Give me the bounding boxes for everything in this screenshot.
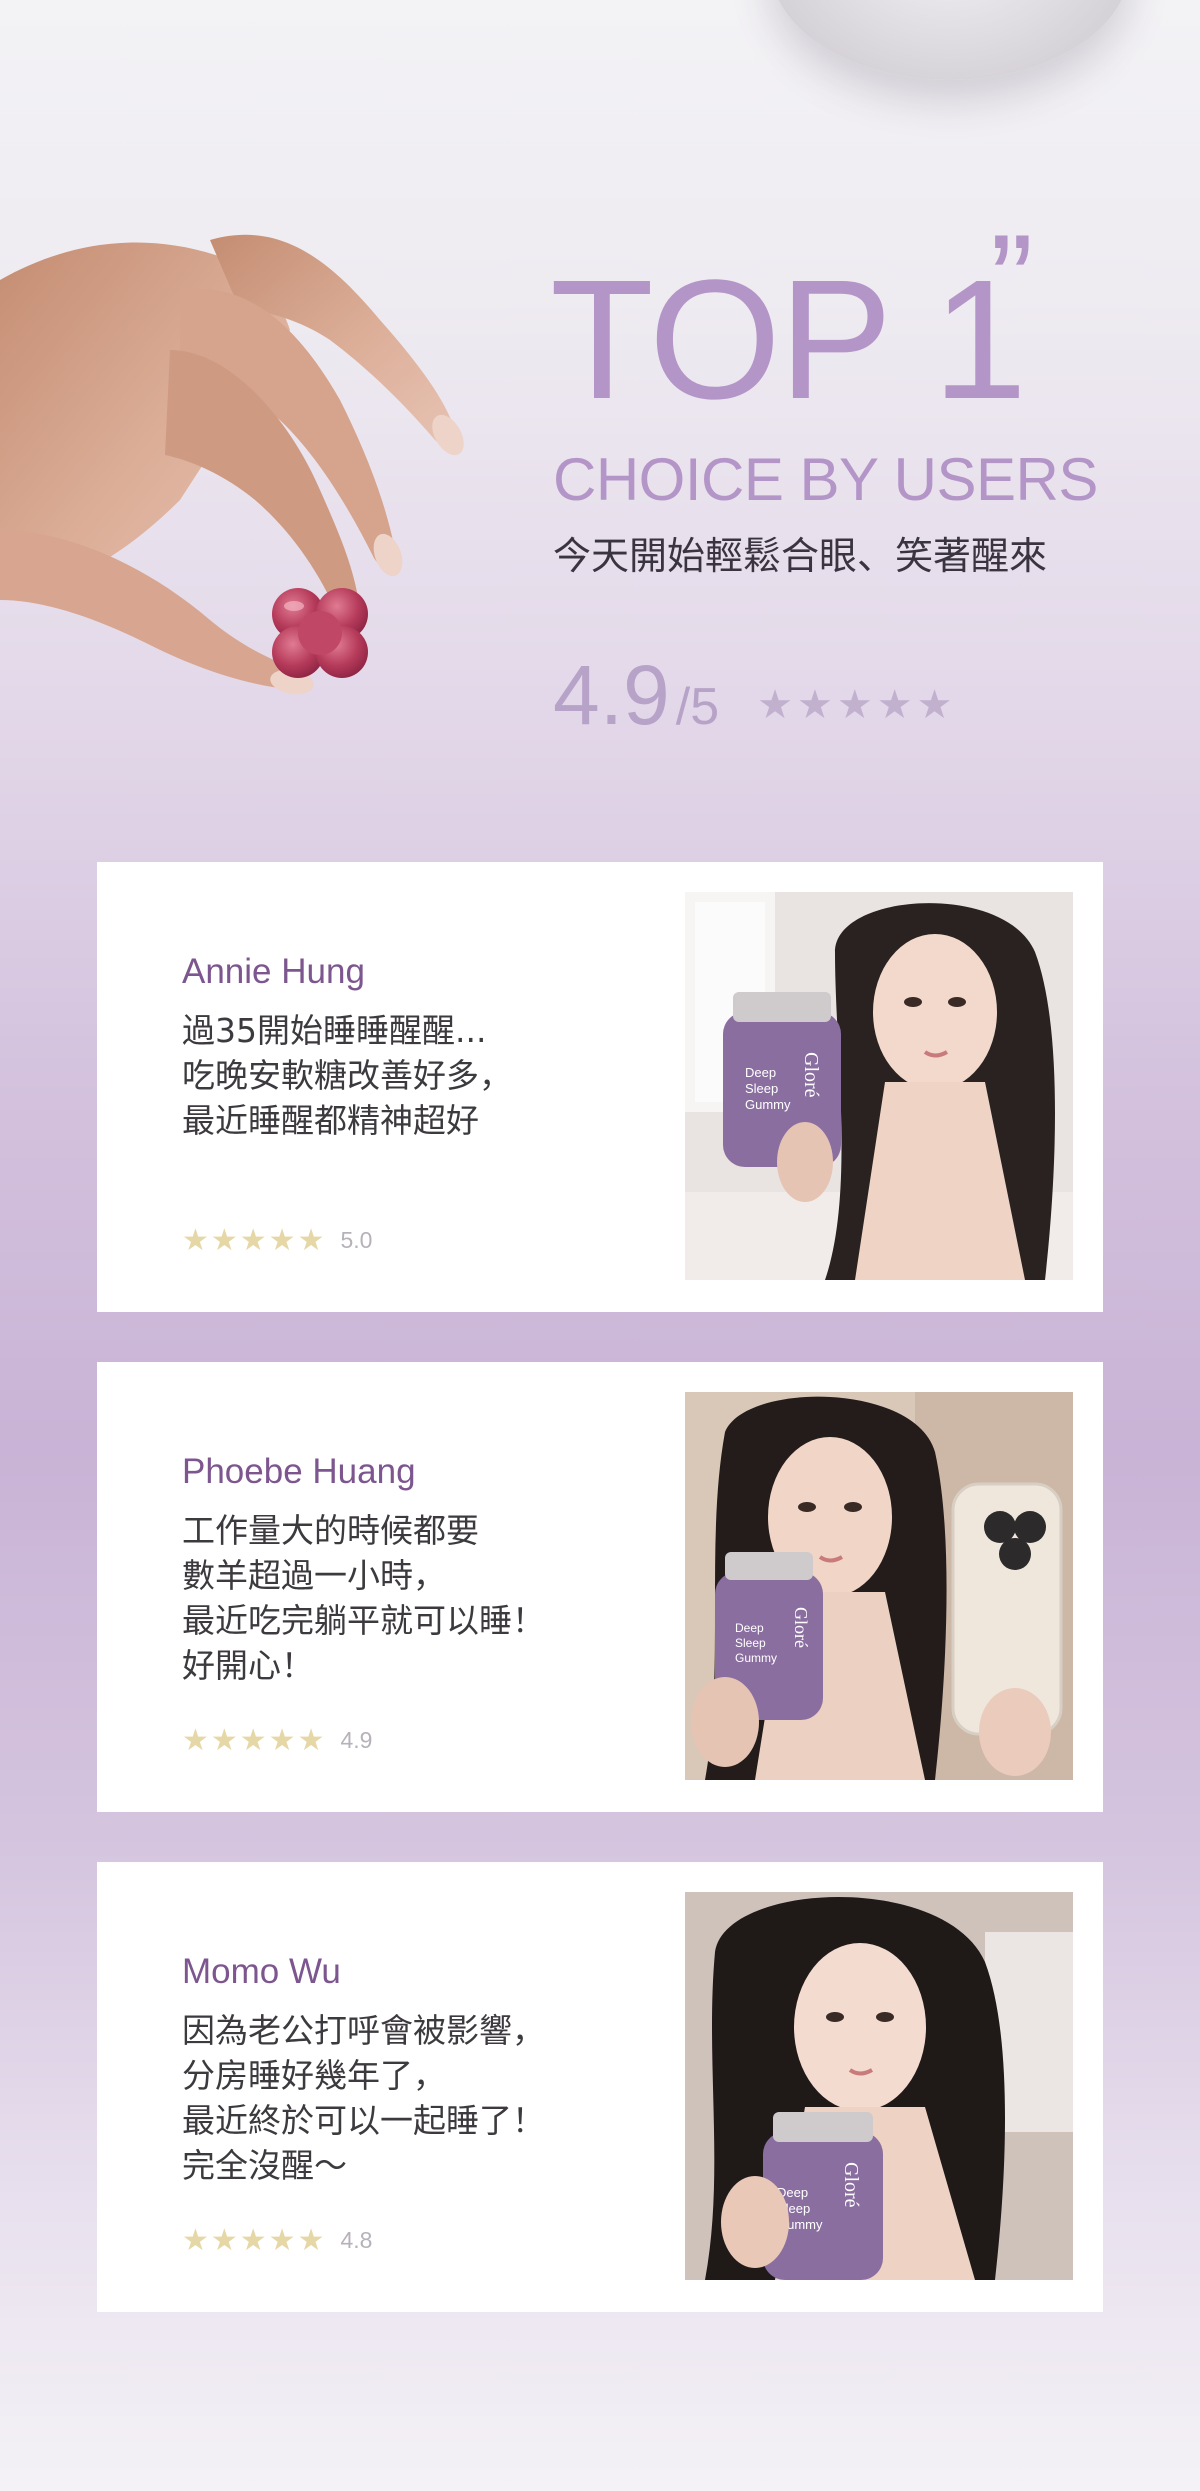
reviewer-photo: Deep Sleep Gummy Gloré: [685, 1892, 1073, 2280]
product-brand-label: Gloré: [800, 1052, 822, 1098]
overall-rating-score: 4.9: [553, 648, 670, 742]
review-text-block: Phoebe Huang 工作量大的時候都要 數羊超過一小時， 最近吃完躺平就可…: [182, 1450, 662, 1688]
review-line: 最近吃完躺平就可以睡！: [182, 1601, 545, 1640]
hero-quote-mark: ”: [990, 207, 1034, 353]
review-line: 過35開始睡睡醒醒...: [182, 1011, 487, 1050]
review-line: 吃晚安軟糖改善好多，: [182, 1056, 512, 1095]
svg-text:Sleep: Sleep: [745, 1081, 778, 1096]
review-stars-icon: ★★★★★: [182, 1723, 327, 1758]
hero-tagline: 今天開始輕鬆合眼、笑著醒來: [553, 534, 1048, 578]
review-rating: ★★★★★ 4.8: [182, 2223, 372, 2258]
review-line: 最近終於可以一起睡了！: [182, 2101, 545, 2140]
review-card: Phoebe Huang 工作量大的時候都要 數羊超過一小時， 最近吃完躺平就可…: [97, 1362, 1103, 1812]
review-line: 工作量大的時候都要: [182, 1511, 479, 1550]
review-score: 5.0: [340, 1227, 373, 1253]
product-name-label: Deep: [745, 1065, 776, 1080]
svg-text:Gummy: Gummy: [735, 1651, 777, 1665]
hero-subtitle: CHOICE BY USERS: [553, 446, 1098, 513]
review-score: 4.9: [340, 1727, 373, 1753]
hero-top-title: TOP 1: [550, 245, 1027, 435]
svg-text:Sleep: Sleep: [735, 1636, 766, 1650]
overall-rating: 4.9 /5 ★★★★★: [553, 650, 956, 740]
review-text-block: Annie Hung 過35開始睡睡醒醒... 吃晚安軟糖改善好多， 最近睡醒都…: [182, 950, 662, 1143]
review-card: Momo Wu 因為老公打呼會被影響， 分房睡好幾年了， 最近終於可以一起睡了！…: [97, 1862, 1103, 2312]
reviewer-name: Momo Wu: [182, 1952, 341, 1991]
review-rating: ★★★★★ 5.0: [182, 1223, 372, 1258]
top-decorative-object: [770, 0, 1130, 80]
review-rating: ★★★★★ 4.9: [182, 1723, 372, 1758]
review-line: 完全沒醒～: [182, 2146, 347, 2185]
hand-holding-gummy-illustration: [0, 234, 464, 695]
reviewer-name: Phoebe Huang: [182, 1452, 416, 1491]
svg-text:Gloré: Gloré: [791, 1607, 811, 1648]
reviewer-name: Annie Hung: [182, 952, 365, 991]
reviewer-photo: Deep Sleep Gummy Gloré: [685, 1392, 1073, 1780]
svg-text:Gummy: Gummy: [745, 1097, 791, 1112]
review-line: 數羊超過一小時，: [182, 1556, 446, 1595]
svg-text:Gloré: Gloré: [840, 2162, 862, 2208]
svg-text:Deep: Deep: [735, 1621, 764, 1635]
review-stars-icon: ★★★★★: [182, 1223, 327, 1258]
review-line: 好開心！: [182, 1646, 314, 1685]
review-card: Annie Hung 過35開始睡睡醒醒... 吃晚安軟糖改善好多， 最近睡醒都…: [97, 862, 1103, 1312]
overall-rating-stars-icon: ★★★★★: [757, 682, 957, 728]
review-line: 因為老公打呼會被影響，: [182, 2011, 545, 2050]
review-stars-icon: ★★★★★: [182, 2223, 327, 2258]
review-text-block: Momo Wu 因為老公打呼會被影響， 分房睡好幾年了， 最近終於可以一起睡了！…: [182, 1950, 662, 2188]
review-line: 分房睡好幾年了，: [182, 2056, 446, 2095]
overall-rating-out-of: /5: [675, 678, 720, 736]
review-line: 最近睡醒都精神超好: [182, 1101, 479, 1140]
reviewer-photo: Deep Sleep Gummy Gloré: [685, 892, 1073, 1280]
review-score: 4.8: [340, 2227, 373, 2253]
